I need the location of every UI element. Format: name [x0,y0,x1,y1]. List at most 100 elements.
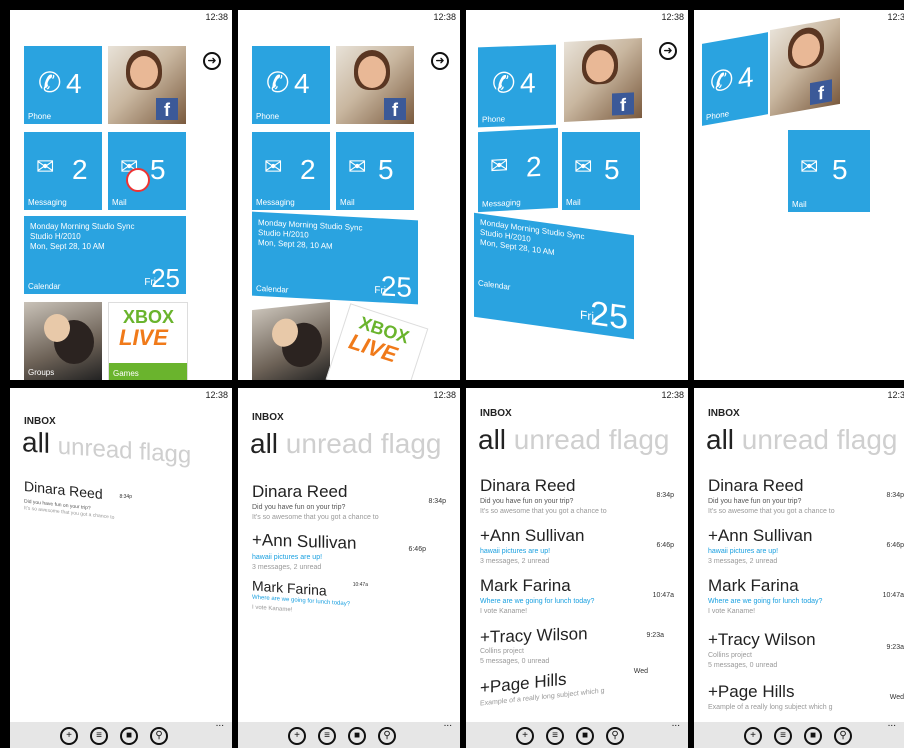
pivot-rest[interactable]: unread flagg [514,424,670,455]
message-sender[interactable]: +Tracy Wilson [708,630,816,650]
arrow-right-icon[interactable]: ➜ [431,52,449,70]
pivot-all[interactable]: all [250,428,278,459]
message-time: 8:34p [428,498,446,505]
mail-label: Mail [340,198,355,207]
calendar-tile[interactable]: Monday Morning Studio Sync Studio H/2010… [24,216,186,294]
folder-icon[interactable]: ■ [576,727,594,745]
message-preview: It's so awesome that you got a chance to [708,508,835,515]
message-sender[interactable]: Dinara Reed [24,478,103,502]
inbox-title: INBOX [480,408,512,419]
mail-tile[interactable]: ✉ 5 Mail [788,130,870,212]
message-sender[interactable]: Mark Farina [480,576,571,596]
calendar-label: Calendar [478,278,511,292]
phone-count: 4 [294,68,310,99]
more-icon[interactable]: ... [672,718,680,729]
mail-count: 5 [832,154,848,185]
message-time: 9:23a [886,644,904,651]
calendar-event-time: Mon, Sept 28, 10 AM [258,237,333,251]
app-bar: + ≡ ■ ⚲ ... [238,718,460,748]
phone-label: Phone [706,109,730,123]
arrow-right-icon[interactable]: ➜ [659,42,677,60]
people-tile[interactable]: f [564,37,642,123]
message-sender[interactable]: +Tracy Wilson [480,624,588,648]
messaging-tile[interactable]: ✉ 2 Messaging [478,127,558,213]
message-sender[interactable]: Dinara Reed [480,476,575,496]
list-icon[interactable]: ≡ [546,727,564,745]
folder-icon[interactable]: ■ [804,727,822,745]
phone-tile[interactable]: ✆ 4 Phone [478,44,556,128]
message-preview: I vote Kaname! [480,608,528,615]
more-icon[interactable]: ... [888,718,896,729]
folder-icon[interactable]: ■ [348,727,366,745]
pivot-all[interactable]: all [22,426,50,459]
pivot-rest[interactable]: unread flagg [742,424,898,455]
calendar-tile[interactable]: Monday Morning Studio Sync Studio H/2010… [252,211,418,305]
folder-icon[interactable]: ■ [120,727,138,745]
plus-icon[interactable]: + [60,727,78,745]
arrow-right-icon[interactable]: ➜ [203,52,221,70]
list-icon[interactable]: ≡ [90,727,108,745]
pivot-header[interactable]: all unread flagg [250,428,441,460]
message-sender[interactable]: +Ann Sullivan [480,526,584,546]
people-tile[interactable]: f [108,46,186,124]
phone-tile[interactable]: ✆ 4 Phone [252,46,330,124]
people-tile[interactable]: f [336,46,414,124]
groups-tile[interactable]: Groups [24,302,102,380]
message-subject: hawaii pictures are up! [480,548,551,555]
games-tile[interactable]: XBOX LIVE [325,303,429,380]
facebook-icon: f [384,98,406,120]
more-icon[interactable]: ... [216,718,224,729]
clock: 12:38 [887,12,904,22]
phone-tile[interactable]: ✆ 4 Phone [702,32,768,126]
plus-icon[interactable]: + [516,727,534,745]
phone-label: Phone [28,112,52,121]
start-screen-frame-4: 12:38 ✆ 4 Phone f ✉ 5 Mail [694,10,904,380]
message-sender[interactable]: +Ann Sullivan [708,526,812,546]
mail-icon: ✉ [800,154,819,179]
calendar-label: Calendar [256,283,289,295]
message-sender[interactable]: Dinara Reed [708,476,803,496]
groups-tile[interactable] [252,301,330,380]
inbox-frame-4: 12:38 INBOX all unread flagg Dinara Reed… [694,388,904,748]
mail-tile[interactable]: ✉ 5 Mail [336,132,414,210]
mail-tile[interactable]: ✉ 5 Mail [108,132,186,210]
mail-tile[interactable]: ✉ 5 Mail [562,132,640,210]
messaging-tile[interactable]: ✉ 2 Messaging [24,132,102,210]
pivot-header[interactable]: all unread flagg [478,424,669,456]
inbox-title: INBOX [24,416,56,427]
messaging-label: Messaging [482,197,521,209]
list-icon[interactable]: ≡ [318,727,336,745]
more-icon[interactable]: ... [444,718,452,729]
phone-tile[interactable]: ✆ 4 Phone [24,46,102,124]
search-icon[interactable]: ⚲ [150,727,168,745]
message-sender[interactable]: Mark Farina [708,576,799,596]
pivot-header[interactable]: all unread flagg [22,426,191,470]
message-time: 9:23a [646,632,664,639]
pivot-rest[interactable]: unread flagg [286,428,442,459]
message-preview: 5 messages, 0 unread [480,658,550,665]
plus-icon[interactable]: + [744,727,762,745]
pivot-header[interactable]: all unread flagg [706,424,897,456]
pivot-rest[interactable]: unread flagg [58,433,191,469]
clock: 12:38 [433,12,456,22]
plus-icon[interactable]: + [288,727,306,745]
games-tile[interactable]: XBOX LIVE Games [108,302,188,380]
search-icon[interactable]: ⚲ [606,727,624,745]
search-icon[interactable]: ⚲ [834,727,852,745]
message-preview: I vote Kaname! [252,604,293,614]
search-icon[interactable]: ⚲ [378,727,396,745]
message-preview: I vote Kaname! [708,608,756,615]
list-icon[interactable]: ≡ [774,727,792,745]
pivot-all[interactable]: all [706,424,734,455]
touch-indicator [126,168,150,192]
message-subject: Where are we going for lunch today? [480,598,595,605]
messaging-icon: ✉ [264,154,283,179]
calendar-tile[interactable]: Monday Morning Studio Sync Studio H/2010… [474,212,634,340]
message-sender[interactable]: Dinara Reed [252,482,347,502]
calendar-date: 25 [151,263,180,293]
pivot-all[interactable]: all [478,424,506,455]
people-tile[interactable]: f [770,17,840,117]
messaging-tile[interactable]: ✉ 2 Messaging [252,132,330,210]
message-sender[interactable]: +Ann Sullivan [252,530,356,554]
message-sender[interactable]: +Page Hills [708,682,794,702]
